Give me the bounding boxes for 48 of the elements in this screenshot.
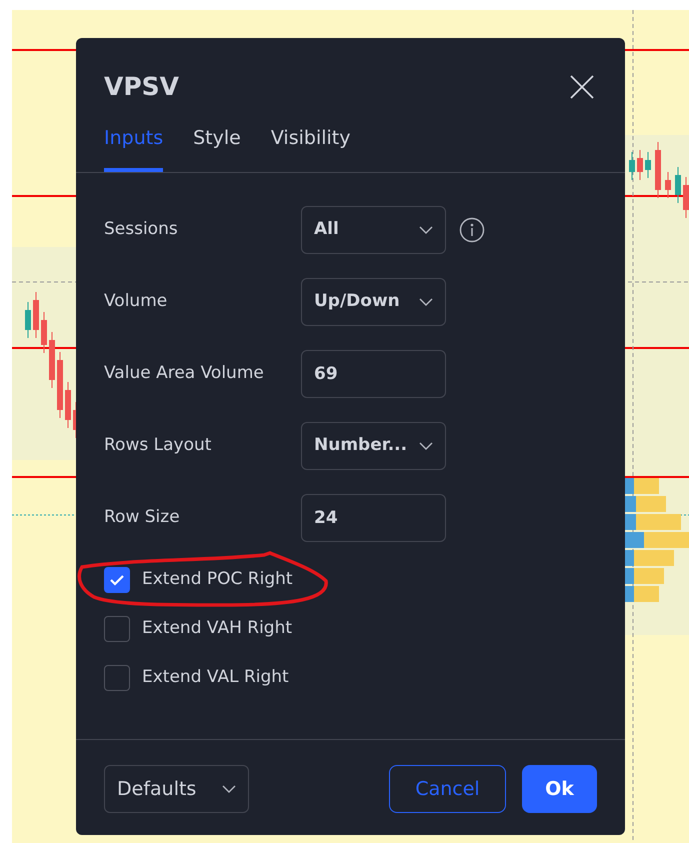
candlestick [683,176,689,218]
candlestick [665,172,671,198]
field-label: Value Area Volume [104,362,265,386]
candlestick [57,352,63,418]
field-label: Rows Layout [104,434,212,458]
field-label: Volume [104,290,168,314]
caret-icon [419,226,433,234]
dropdown[interactable]: All [301,206,446,254]
candlestick [637,150,643,180]
candlestick [41,312,47,354]
candlestick [33,292,39,338]
candlestick [655,142,661,198]
defaults-dropdown[interactable]: Defaults [104,765,249,813]
dropdown[interactable]: Number... [301,422,446,470]
number-field[interactable]: 24 [301,494,446,542]
caret-icon [419,298,433,306]
candlestick [645,152,651,178]
field-label: Row Size [104,506,181,530]
volume-profile-bar [624,550,674,566]
number-field[interactable]: 69 [301,350,446,398]
checkmark-icon [109,574,125,586]
checkbox-label: Extend POC Right [142,568,293,592]
info-icon[interactable] [459,217,485,243]
volume-profile-bar [624,568,664,584]
tab[interactable]: Visibility [270,124,350,172]
candlestick [25,302,31,338]
volume-profile-bar [624,586,659,602]
volume-profile-bar [624,496,666,512]
field-label: Sessions [104,218,179,242]
volume-profile-bar [624,532,689,548]
dialog-title: VPSV [104,71,180,103]
checkbox[interactable] [104,567,130,593]
candlestick [675,166,681,204]
dropdown[interactable]: Up/Down [301,278,446,326]
volume-profile-bar [624,478,659,494]
caret-icon [419,442,433,450]
checkbox-label: Extend VAH Right [142,617,292,640]
checkbox[interactable] [104,665,130,691]
volume-profile-bar [624,514,681,530]
candlestick [65,382,71,428]
checkbox-label: Extend VAL Right [142,666,289,690]
checkbox[interactable] [104,616,130,642]
close-icon [569,74,595,100]
tab[interactable]: Style [193,124,241,172]
caret-icon [222,785,236,793]
ok-button[interactable]: Ok [522,765,597,813]
candlestick [629,152,635,180]
candlestick [49,332,55,388]
